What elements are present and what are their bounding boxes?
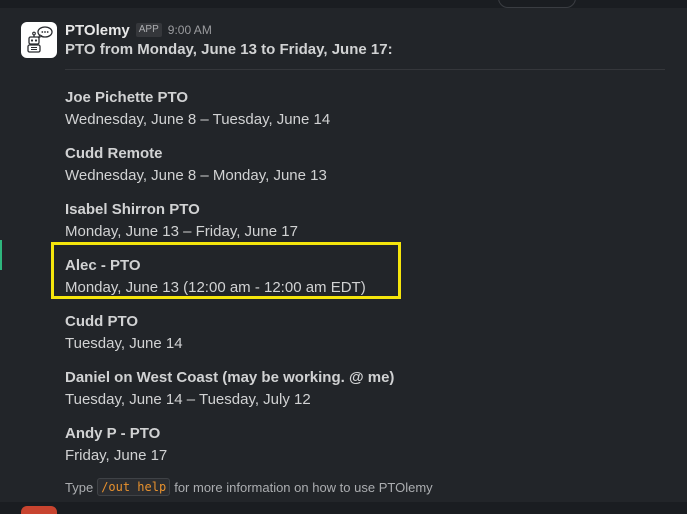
list-item: Alec - PTO Monday, June 13 (12:00 am - 1…: [65, 255, 665, 311]
entry-name: Andy P - PTO: [65, 425, 161, 442]
next-message-area: [0, 502, 687, 510]
list-item: Isabel Shirron PTO Monday, June 13 – Fri…: [65, 199, 665, 255]
sender-name[interactable]: PTOlemy: [65, 22, 130, 39]
robot-icon[interactable]: [21, 22, 57, 58]
app-badge: APP: [135, 23, 162, 37]
list-item: Cudd PTO Tuesday, June 14: [65, 311, 665, 367]
entry-name: Isabel Shirron PTO: [65, 201, 200, 218]
entry-name: Cudd Remote: [65, 145, 163, 162]
entry-dates: Friday, June 17: [65, 447, 168, 464]
footer-prefix: Type: [65, 479, 94, 495]
list-item: Joe Pichette PTO Wednesday, June 8 – Tue…: [65, 87, 665, 143]
entry-dates: Wednesday, June 8 – Tuesday, June 14: [65, 111, 331, 128]
next-avatar[interactable]: [21, 506, 57, 514]
message-header: PTOlemy APP 9:00 AM: [65, 19, 212, 41]
footer-suffix: for more information on how to use PTOle…: [174, 479, 433, 495]
entry-name: Daniel on West Coast (may be working. @ …: [65, 369, 395, 386]
entry-dates: Tuesday, June 14 – Tuesday, July 12: [65, 391, 311, 408]
entry-dates: Wednesday, June 8 – Monday, June 13: [65, 167, 327, 184]
list-item: Cudd Remote Wednesday, June 8 – Monday, …: [65, 143, 665, 199]
help-command: /out help: [97, 478, 171, 496]
unread-marker: [0, 240, 2, 270]
message-timestamp[interactable]: 9:00 AM: [168, 23, 212, 37]
pto-list: Joe Pichette PTO Wednesday, June 8 – Tue…: [65, 87, 665, 479]
message-title: PTO from Monday, June 13 to Friday, June…: [65, 41, 393, 58]
entry-dates: Monday, June 13 – Friday, June 17: [65, 223, 298, 240]
robot-icon-graphic: [27, 26, 53, 53]
list-item: Daniel on West Coast (may be working. @ …: [65, 367, 665, 423]
entry-dates: Tuesday, June 14: [65, 335, 183, 352]
help-footer: Type /out help for more information on h…: [65, 477, 433, 497]
list-item: Andy P - PTO Friday, June 17: [65, 423, 665, 479]
message-actions-pill[interactable]: [498, 0, 576, 8]
entry-dates: Monday, June 13 (12:00 am - 12:00 am EDT…: [65, 279, 366, 296]
bot-message: PTOlemy APP 9:00 AM PTO from Monday, Jun…: [0, 8, 687, 502]
previous-message-area: [0, 0, 687, 8]
entry-name: Alec - PTO: [65, 257, 141, 274]
entry-name: Cudd PTO: [65, 313, 139, 330]
entry-name: Joe Pichette PTO: [65, 89, 189, 106]
divider: [65, 69, 665, 70]
